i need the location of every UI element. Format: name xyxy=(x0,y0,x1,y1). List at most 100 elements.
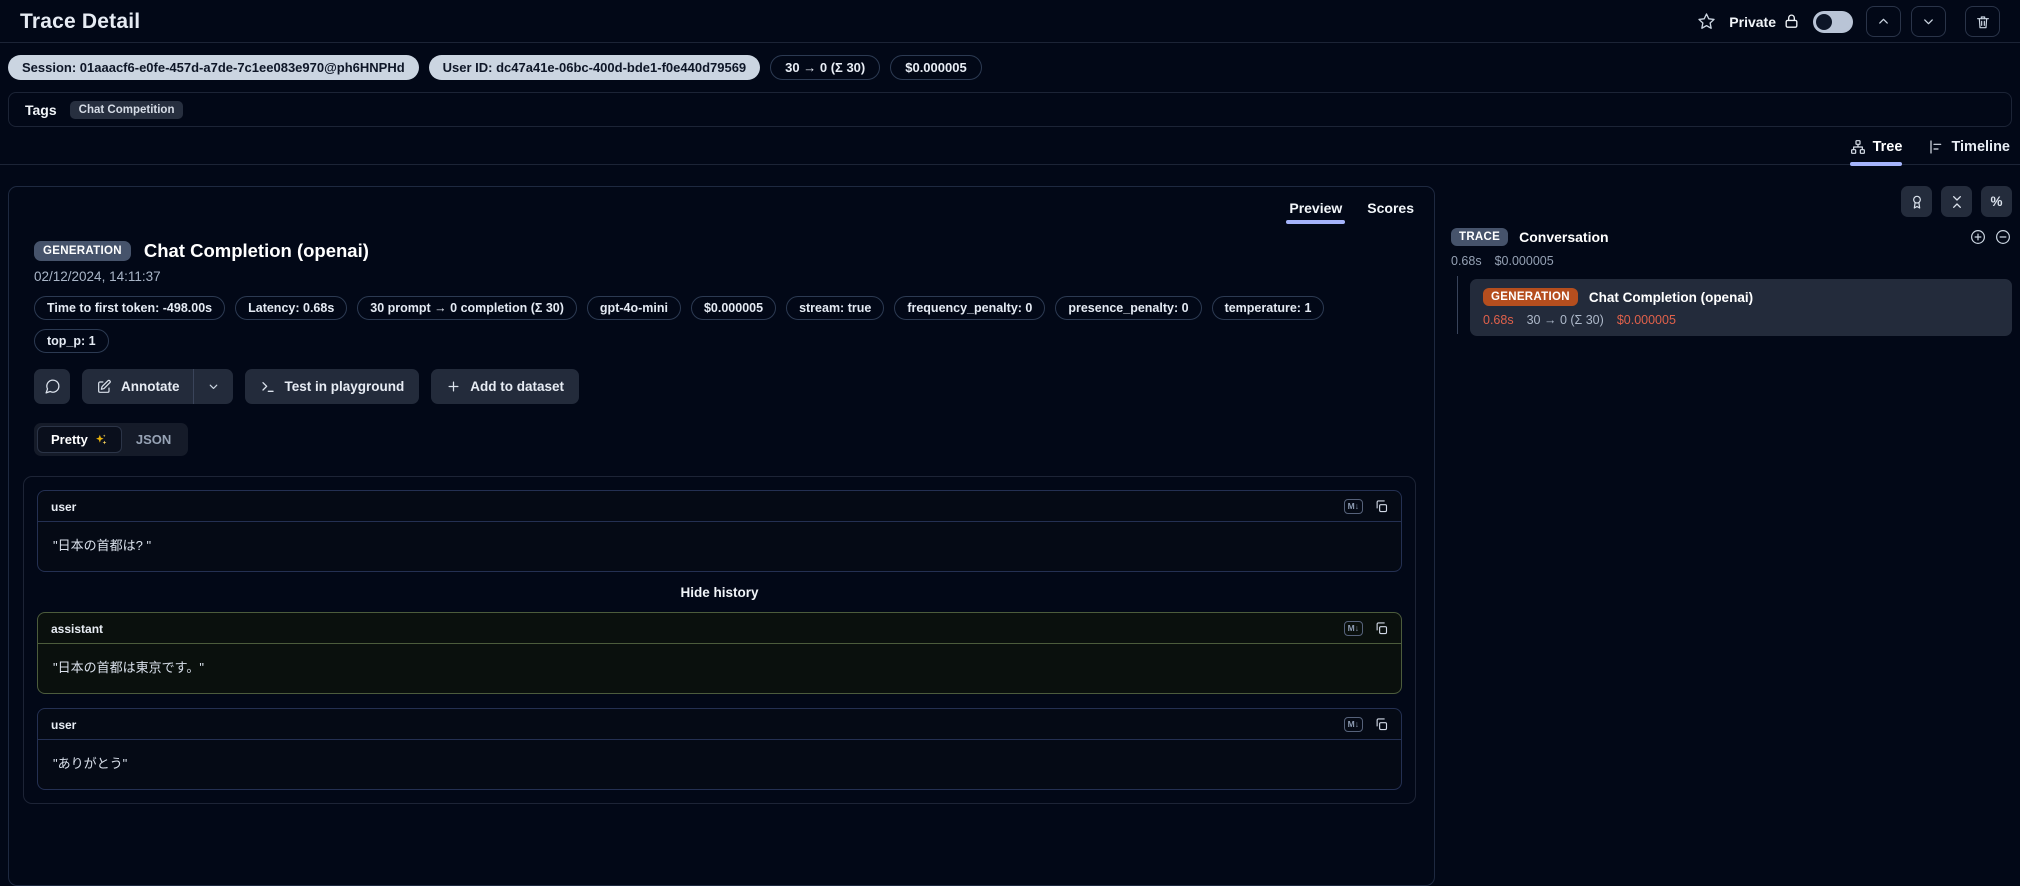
annotate-dropdown-button[interactable] xyxy=(194,369,233,404)
copy-icon[interactable] xyxy=(1374,621,1389,636)
generation-node-wrapper: GENERATION Chat Completion (openai) 0.68… xyxy=(1451,276,2012,336)
delete-trace-button[interactable] xyxy=(1965,6,2000,37)
annotate-label: Annotate xyxy=(121,379,180,394)
markdown-toggle-icon[interactable]: M↓ xyxy=(1343,621,1363,636)
message-content: "ありがとう" xyxy=(53,756,128,771)
view-tabs: Tree Timeline xyxy=(0,127,2020,166)
scores-toggle-button[interactable] xyxy=(1901,186,1932,217)
circle-minus-icon[interactable] xyxy=(1994,228,2012,246)
tab-scores[interactable]: Scores xyxy=(1367,200,1414,224)
edit-icon xyxy=(96,379,112,395)
generation-title: Chat Completion (openai) xyxy=(1588,289,1754,305)
token-breakdown-badge: 30 prompt → 0 completion (Σ 30) xyxy=(357,296,577,320)
format-pretty-button[interactable]: Pretty xyxy=(37,426,122,453)
privacy-control: Private xyxy=(1729,13,1800,30)
collapse-all-button[interactable] xyxy=(1941,186,1972,217)
temperature-badge: temperature: 1 xyxy=(1211,296,1325,320)
tag-chip[interactable]: Chat Competition xyxy=(69,100,184,119)
generation-node-selected[interactable]: GENERATION Chat Completion (openai) 0.68… xyxy=(1470,279,2012,336)
observation-header: GENERATION Chat Completion (openai) 02/1… xyxy=(9,187,1434,456)
trace-title: Conversation xyxy=(1519,229,1609,245)
message-content: "日本の首都は? " xyxy=(53,538,152,553)
terminal-icon xyxy=(260,379,276,395)
hide-history-button[interactable]: Hide history xyxy=(37,572,1402,612)
messages-container: user M↓ "日本の首都は? " Hide history assistan… xyxy=(23,476,1416,804)
format-json-button[interactable]: JSON xyxy=(122,426,185,453)
meta-badges-row-2: top_p: 1 xyxy=(34,329,1410,353)
chevron-down-icon xyxy=(207,380,220,393)
panel-tabs: Preview Scores xyxy=(1286,200,1414,224)
session-badge[interactable]: Session: 01aaacf6-e0fe-457d-a7de-7c1ee08… xyxy=(8,55,419,80)
message-role: assistant xyxy=(51,621,104,636)
content-area: Preview Scores GENERATION Chat Completio… xyxy=(0,186,2020,886)
observation-actions: Annotate Test in playground Add to datas… xyxy=(34,369,1410,404)
message-content: "日本の首都は東京です。" xyxy=(53,660,204,675)
lock-icon xyxy=(1783,13,1800,30)
observation-timestamp: 02/12/2024, 14:11:37 xyxy=(34,269,161,284)
copy-icon[interactable] xyxy=(1374,499,1389,514)
tags-container: Tags Chat Competition xyxy=(8,92,2012,127)
tree-icon xyxy=(1850,139,1866,155)
user-id-badge[interactable]: User ID: dc47a41e-06bc-400d-bde1-f0e440d… xyxy=(428,55,761,80)
test-in-playground-button[interactable]: Test in playground xyxy=(244,369,420,404)
markdown-toggle-icon[interactable]: M↓ xyxy=(1343,499,1363,514)
nav-buttons xyxy=(1866,6,2000,37)
tab-timeline[interactable]: Timeline xyxy=(1928,139,2010,164)
tree-toolbar: % xyxy=(1451,186,2012,217)
trace-type-badge: TRACE xyxy=(1451,228,1509,246)
cost-badge: $0.000005 xyxy=(690,296,777,320)
message-panel-user-2: user M↓ "ありがとう" xyxy=(37,708,1402,790)
test-in-playground-label: Test in playground xyxy=(284,379,405,394)
comment-button[interactable] xyxy=(34,369,70,404)
star-icon[interactable] xyxy=(1697,12,1716,31)
generation-tokens: 30 → 0 (Σ 30) xyxy=(1526,313,1604,327)
message-role: user xyxy=(51,717,77,732)
annotate-button[interactable]: Annotate xyxy=(82,369,193,404)
trace-metrics: 0.68s $0.000005 xyxy=(1451,254,2012,268)
observation-title: Chat Completion (openai) xyxy=(143,240,369,261)
tags-label: Tags xyxy=(25,101,57,118)
top-p-badge: top_p: 1 xyxy=(34,329,109,353)
award-icon xyxy=(1909,194,1925,210)
message-panel-user-1: user M↓ "日本の首都は? " xyxy=(37,490,1402,572)
trace-tree-sidebar: % TRACE Conversation 0.68s $0.000005 GEN… xyxy=(1435,186,2020,336)
cost-badge: $0.000005 xyxy=(890,55,982,80)
chevron-up-icon xyxy=(1876,14,1891,29)
public-private-toggle[interactable] xyxy=(1813,10,1853,33)
privacy-label: Private xyxy=(1729,13,1776,30)
message-panel-assistant: assistant M↓ "日本の首都は東京です。" xyxy=(37,612,1402,694)
meta-badges-row-1: Time to first token: -498.00s Latency: 0… xyxy=(34,296,1410,320)
chevrons-collapse-icon xyxy=(1949,194,1965,210)
toggle-knob xyxy=(1816,13,1832,30)
plus-icon xyxy=(446,379,461,394)
pretty-label: Pretty xyxy=(51,432,88,447)
tab-timeline-label: Timeline xyxy=(1951,139,2010,155)
tab-preview[interactable]: Preview xyxy=(1286,200,1346,224)
trace-cost: $0.000005 xyxy=(1494,254,1554,268)
add-to-dataset-label: Add to dataset xyxy=(470,379,565,394)
metrics-toggle-button[interactable]: % xyxy=(1981,186,2012,217)
previous-trace-button[interactable] xyxy=(1866,6,1901,37)
markdown-toggle-icon[interactable]: M↓ xyxy=(1343,717,1363,732)
message-role: user xyxy=(51,499,77,514)
add-to-dataset-button[interactable]: Add to dataset xyxy=(431,369,580,404)
time-to-first-token-badge: Time to first token: -498.00s xyxy=(34,296,226,320)
json-label: JSON xyxy=(135,432,172,447)
model-badge[interactable]: gpt-4o-mini xyxy=(586,296,681,320)
generation-cost: $0.000005 xyxy=(1616,313,1676,327)
copy-icon[interactable] xyxy=(1374,717,1389,732)
circle-plus-icon[interactable] xyxy=(1969,228,1987,246)
trace-node[interactable]: TRACE Conversation xyxy=(1451,228,2012,246)
observation-detail-card: Preview Scores GENERATION Chat Completio… xyxy=(8,186,1435,886)
top-bar: Trace Detail Private xyxy=(0,0,2020,42)
trash-icon xyxy=(1975,14,1991,30)
format-toggle: Pretty JSON xyxy=(34,423,189,456)
chevron-down-icon xyxy=(1921,14,1936,29)
latency-badge: Latency: 0.68s xyxy=(235,296,348,320)
next-trace-button[interactable] xyxy=(1911,6,1946,37)
comment-icon xyxy=(44,378,61,395)
timeline-icon xyxy=(1928,139,1944,155)
tab-tree[interactable]: Tree xyxy=(1849,139,1902,166)
presence-penalty-badge: presence_penalty: 0 xyxy=(1055,296,1202,320)
tree-connector-line xyxy=(1457,276,1458,334)
